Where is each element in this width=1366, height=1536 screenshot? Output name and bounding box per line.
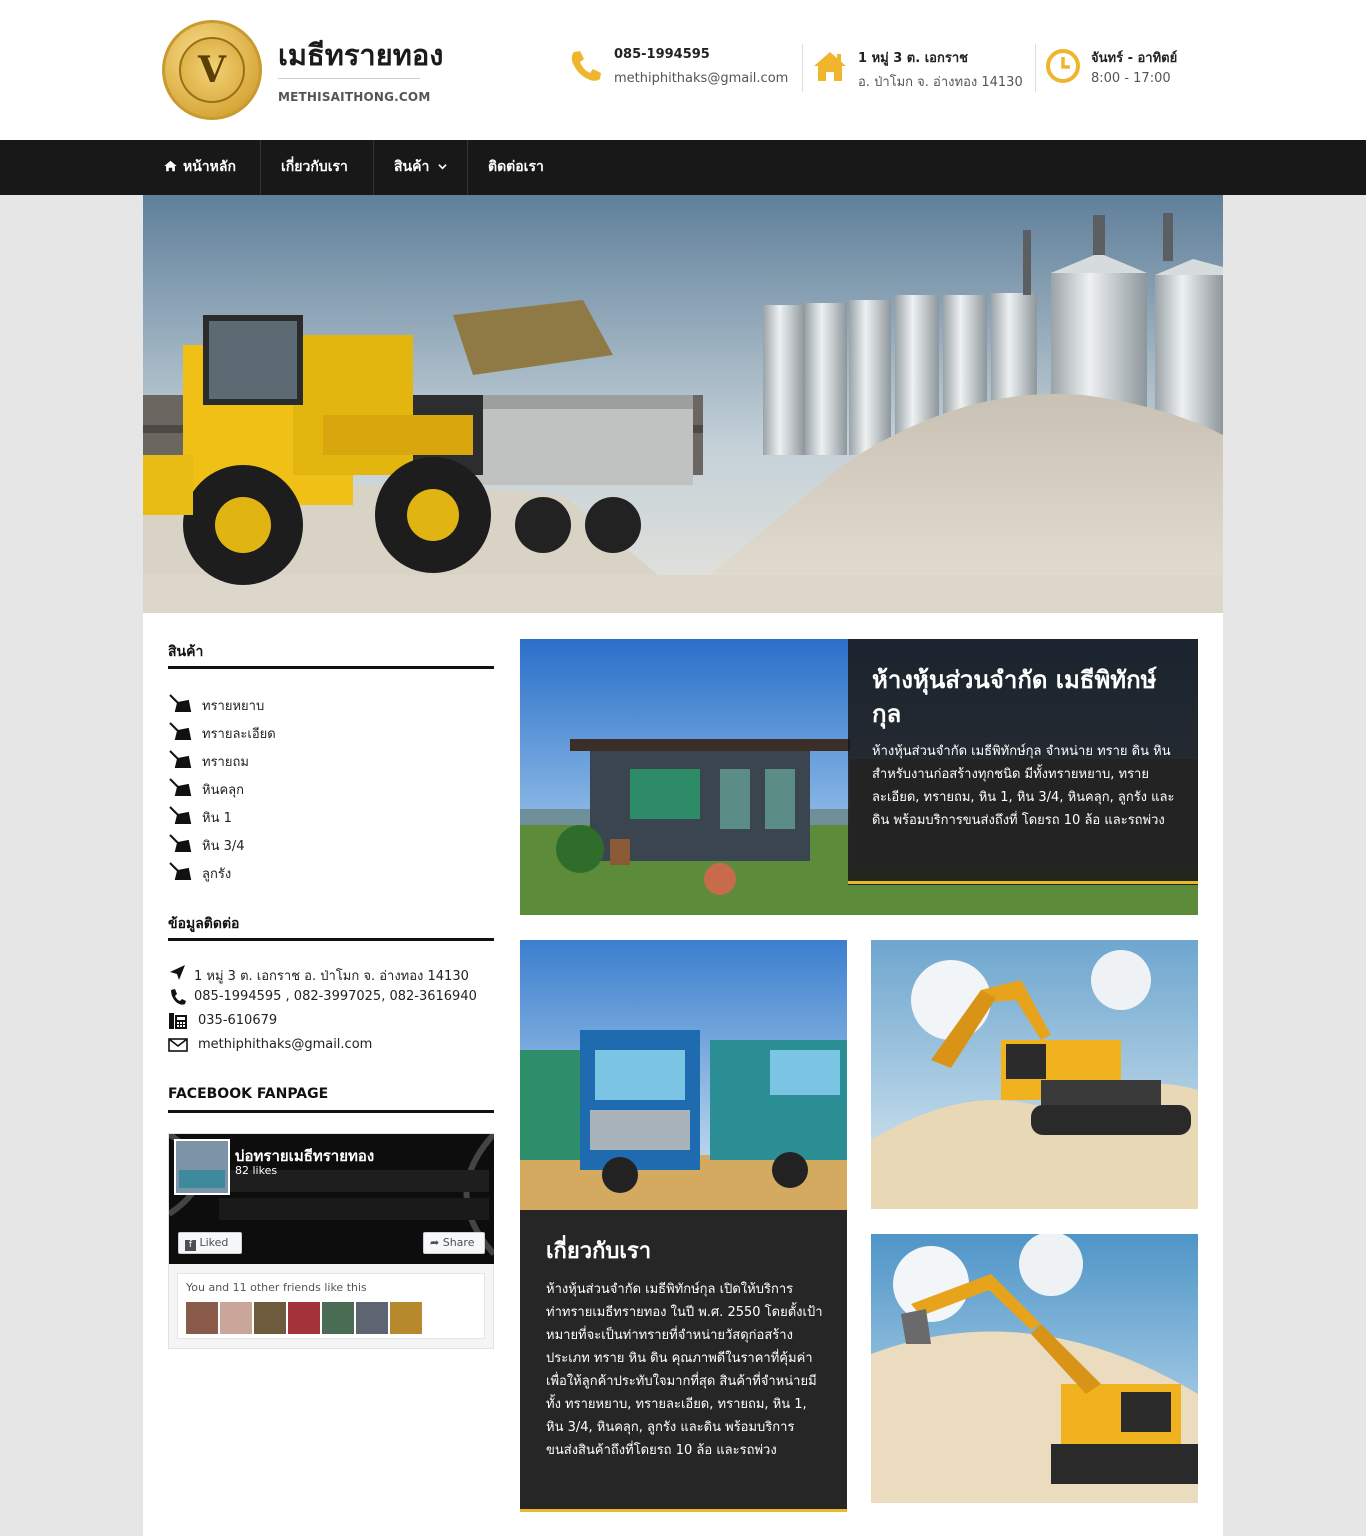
trucks-image — [520, 940, 847, 1210]
home-icon — [814, 52, 846, 81]
product-name: หิน 3/4 — [202, 839, 245, 854]
site-domain: METHISAITHONG.COM — [278, 90, 431, 104]
fb-share-label: Share — [442, 1236, 475, 1249]
product-name: หิน 1 — [202, 811, 232, 826]
phone-icon — [571, 51, 601, 81]
header-address: 1 หมู่ 3 ต. เอกราช อ. ป่าโมก จ. อ่างทอง … — [812, 44, 1027, 92]
facebook-icon: f — [185, 1240, 196, 1251]
fax-icon — [169, 1013, 187, 1029]
nav-separator — [260, 140, 261, 195]
friend-avatar[interactable] — [390, 1302, 422, 1334]
excavator-photo — [871, 940, 1198, 1209]
hero-illustration — [143, 195, 1223, 613]
nav-home[interactable]: หน้าหลัก — [163, 140, 236, 195]
friend-avatar[interactable] — [322, 1302, 354, 1334]
trucks-photo — [520, 940, 847, 1210]
excavator-image-2 — [871, 1234, 1198, 1503]
friend-avatar[interactable] — [220, 1302, 252, 1334]
home-icon — [164, 160, 177, 172]
fb-liked-label: Liked — [199, 1236, 229, 1249]
contact-address-text: 1 หมู่ 3 ต. เอกราช อ. ป่าโมก จ. อ่างทอง … — [194, 969, 469, 984]
contact-fax-text: 035-610679 — [198, 1013, 278, 1028]
fb-liked-button[interactable]: f Liked — [178, 1232, 242, 1254]
nav-about[interactable]: เกี่ยวกับเรา — [281, 140, 348, 195]
contact-email-text[interactable]: methiphithaks@gmail.com — [198, 1037, 372, 1052]
header-divider — [802, 44, 803, 92]
logo-letter: V — [198, 49, 226, 91]
products-widget-title: สินค้า — [168, 644, 204, 660]
accent-bar — [520, 1509, 847, 1512]
fb-friends-text: You and 11 other friends like this — [186, 1281, 367, 1294]
header-phone[interactable]: 085-1994595 — [614, 47, 710, 62]
address-line1: 1 หมู่ 3 ต. เอกราช — [858, 51, 968, 66]
friend-avatar[interactable] — [186, 1302, 218, 1334]
product-name: ทรายหยาบ — [202, 699, 265, 714]
contact-widget-title: ข้อมูลติดต่อ — [168, 916, 240, 932]
site-title[interactable]: เมธีทรายทอง — [278, 32, 443, 78]
excavator-image-1 — [871, 940, 1198, 1209]
friend-avatar[interactable] — [288, 1302, 320, 1334]
fb-cover-image: บ่อทรายเมธีทรายทอง 82 likes f Liked ➦ Sh… — [169, 1134, 494, 1264]
shovel-icon — [169, 750, 192, 768]
accent-bar — [848, 881, 1198, 884]
fb-widget-title: FACEBOOK FANPAGE — [168, 1086, 329, 1102]
location-arrow-icon — [170, 965, 185, 980]
widget-title-underline — [168, 938, 494, 941]
shovel-icon — [169, 862, 192, 880]
header-divider — [1035, 44, 1036, 92]
address-line2: อ. ป่าโมก จ. อ่างทอง 14130 — [858, 75, 1023, 90]
product-name: ลูกรัง — [202, 867, 232, 882]
header-hours: จันทร์ - อาทิตย์ 8:00 - 17:00 — [1045, 44, 1195, 92]
shovel-icon — [169, 694, 192, 712]
about-card-text: ห้างหุ้นส่วนจำกัด เมธีพิทักษ์กุล เปิดให้… — [546, 1282, 823, 1458]
chevron-down-icon — [438, 164, 447, 170]
clock-icon — [1046, 49, 1080, 83]
widget-title-underline — [168, 1110, 494, 1113]
main-content: สินค้า ทรายหยาบ ทรายละเอียด ทรายถม หินคล… — [143, 195, 1223, 1536]
nav-separator — [467, 140, 468, 195]
nav-home-label: หน้าหลัก — [183, 159, 236, 175]
site-header: V เมธีทรายทอง METHISAITHONG.COM 085-1994… — [0, 0, 1366, 140]
excavator-photo — [871, 1234, 1198, 1503]
contact-phones-text[interactable]: 085-1994595 , 082-3997025, 082-3616940 — [194, 989, 477, 1004]
hours-days: จันทร์ - อาทิตย์ — [1091, 51, 1178, 66]
header-email[interactable]: methiphithaks@gmail.com — [614, 71, 788, 86]
shovel-icon — [169, 834, 192, 852]
company-card-title: ห้างหุ้นส่วนจำกัด เมธีพิทักษ์กุล — [872, 666, 1157, 728]
phone-icon — [171, 989, 186, 1005]
product-name: ทรายถม — [202, 755, 249, 770]
share-icon: ➦ — [430, 1236, 440, 1249]
product-name: ทรายละเอียด — [202, 727, 276, 742]
header-contact-phone: 085-1994595 methiphithaks@gmail.com — [568, 44, 794, 92]
nav-products[interactable]: สินค้า — [394, 140, 447, 195]
facebook-page-plugin[interactable]: บ่อทรายเมธีทรายทอง 82 likes f Liked ➦ Sh… — [168, 1133, 494, 1349]
about-card-title: เกี่ยวกับเรา — [546, 1239, 652, 1264]
fb-share-button[interactable]: ➦ Share — [423, 1232, 485, 1254]
shovel-icon — [169, 806, 192, 824]
product-name: หินคลุก — [202, 783, 244, 798]
nav-contact[interactable]: ติดต่อเรา — [488, 140, 544, 195]
company-card-text: ห้างหุ้นส่วนจำกัด เมธีพิทักษ์กุล จำหน่าย… — [872, 744, 1175, 828]
widget-title-underline — [168, 666, 494, 669]
nav-products-label: สินค้า — [394, 159, 430, 175]
fb-likes-count: 82 likes — [235, 1164, 278, 1177]
main-nav: หน้าหลัก เกี่ยวกับเรา สินค้า ติดต่อเรา — [0, 140, 1366, 195]
hours-time: 8:00 - 17:00 — [1091, 71, 1171, 86]
company-logo[interactable]: V — [162, 20, 262, 120]
friend-avatar[interactable] — [356, 1302, 388, 1334]
shovel-icon — [169, 778, 192, 796]
nav-separator — [373, 140, 374, 195]
title-divider — [278, 78, 420, 79]
logo-inner: V — [179, 37, 245, 103]
envelope-icon — [168, 1038, 188, 1052]
hero-banner-image — [143, 195, 1223, 613]
shovel-icon — [169, 722, 192, 740]
friend-avatar[interactable] — [254, 1302, 286, 1334]
fb-friends-box: You and 11 other friends like this — [177, 1273, 485, 1339]
